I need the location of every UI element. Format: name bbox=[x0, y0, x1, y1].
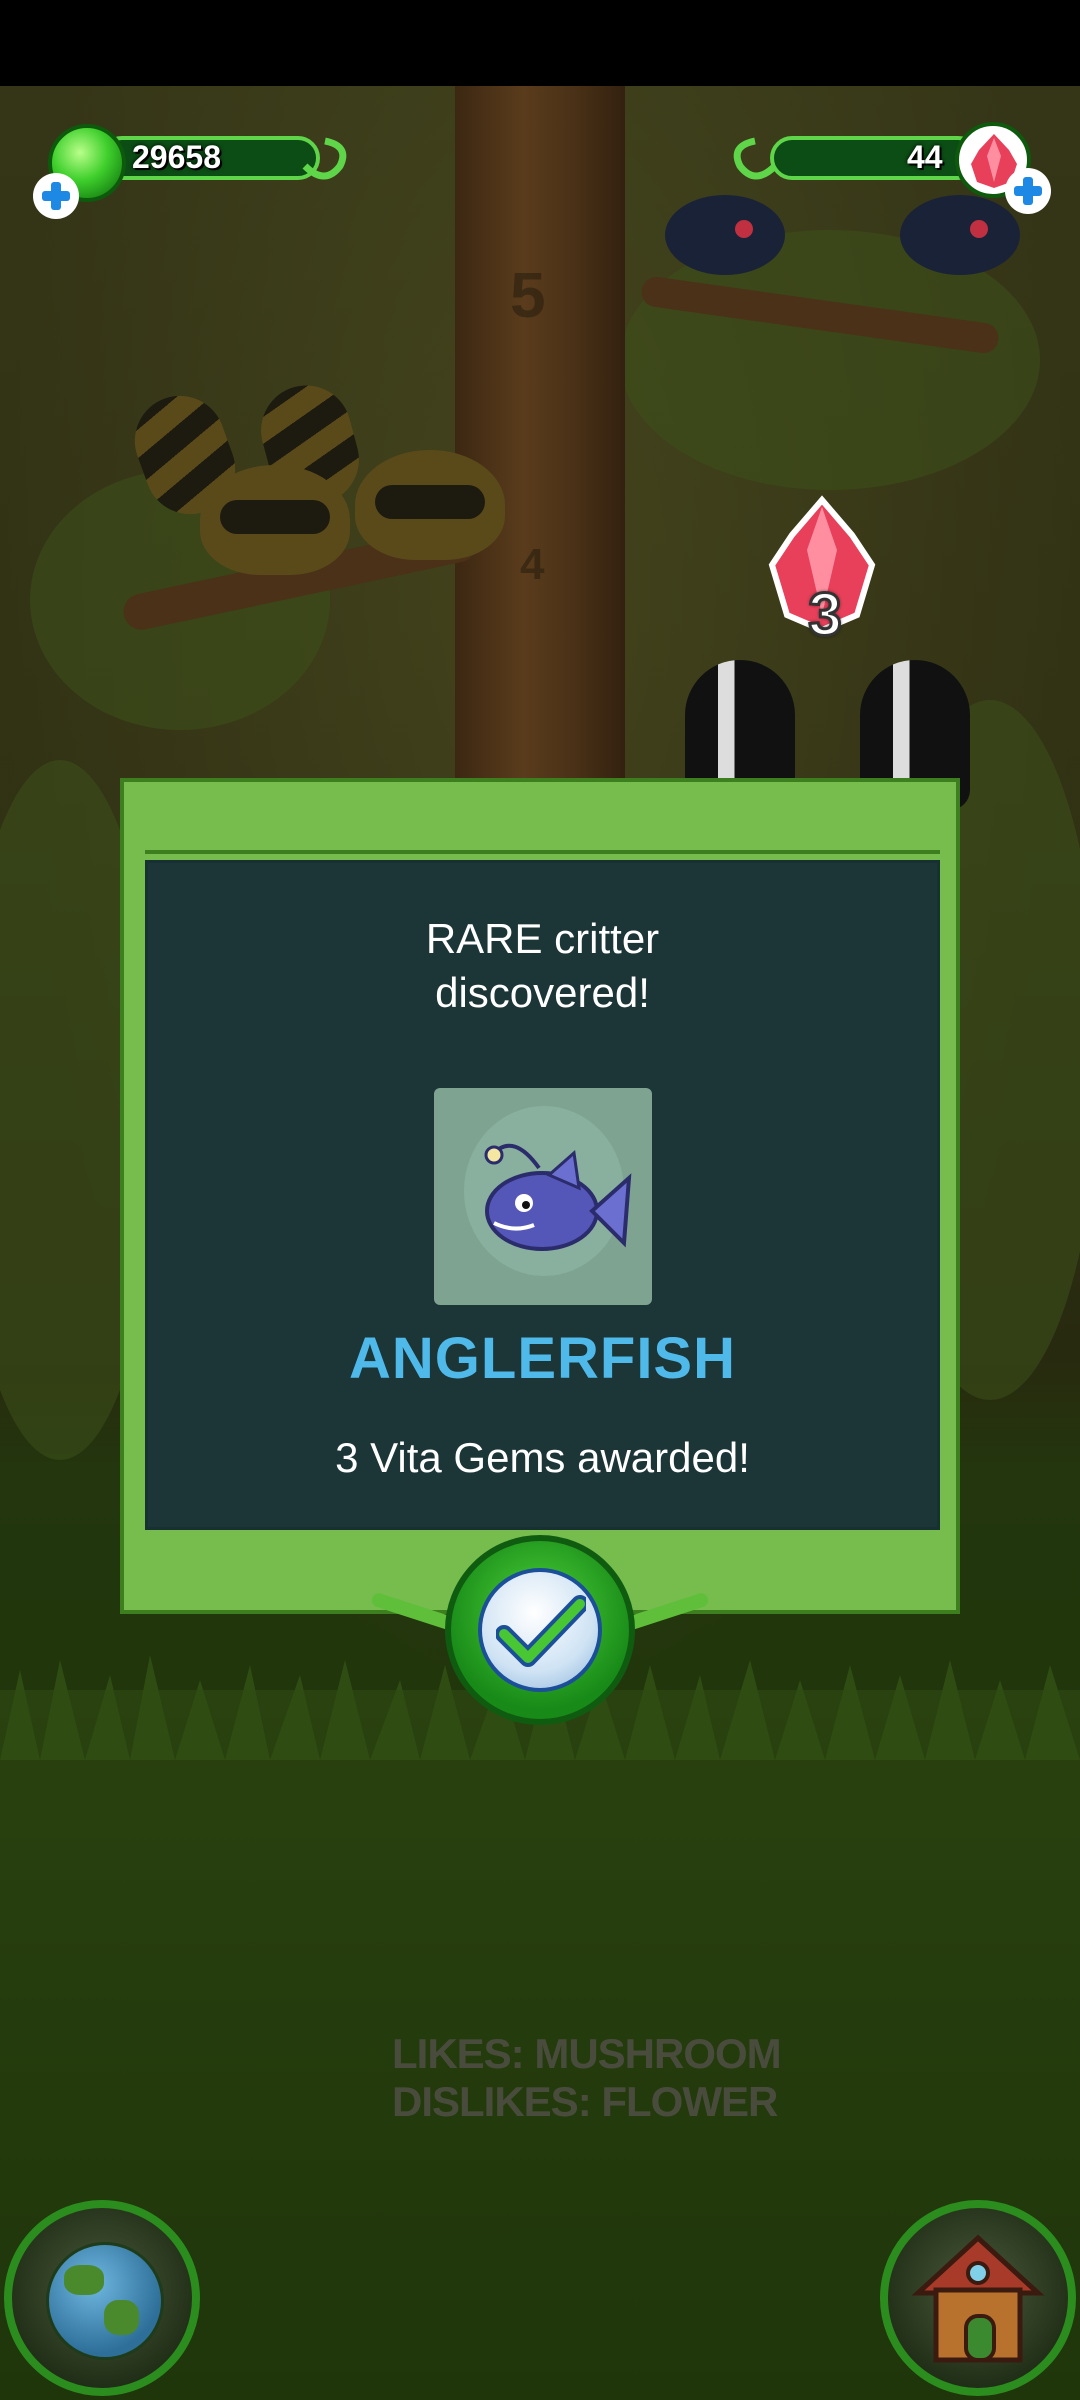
vine-curl-icon bbox=[302, 137, 347, 180]
trunk-level-number: 5 bbox=[510, 259, 546, 331]
spider-critter bbox=[665, 195, 785, 275]
floating-reward-count: 3 bbox=[807, 580, 843, 650]
raccoon-critter bbox=[355, 450, 505, 560]
raccoon-critter bbox=[200, 465, 350, 575]
anglerfish-icon bbox=[484, 1143, 632, 1251]
world-map-button[interactable] bbox=[4, 2200, 200, 2396]
critter-preferences: LIKES: MUSHROOM DISLIKES: FLOWER bbox=[392, 2030, 782, 2125]
spider-critter bbox=[900, 195, 1020, 275]
dialog-divider bbox=[145, 850, 940, 854]
vine-curl-icon bbox=[733, 137, 778, 180]
treehouse-button[interactable] bbox=[880, 2200, 1076, 2396]
status-bar bbox=[0, 0, 1080, 86]
trunk-level-number: 4 bbox=[520, 540, 545, 589]
critter-portrait bbox=[434, 1088, 652, 1305]
confirm-button[interactable] bbox=[445, 1535, 635, 1725]
crystal-count: 44 bbox=[907, 139, 943, 175]
vita-gem-count: 29658 bbox=[132, 139, 221, 175]
add-vita-gems-button[interactable] bbox=[33, 173, 79, 219]
treehouse-icon bbox=[911, 2234, 1045, 2363]
tree-trunk bbox=[455, 86, 625, 806]
dialog-title: RARE critter discovered! bbox=[425, 915, 660, 1016]
add-crystals-button[interactable] bbox=[1005, 168, 1051, 214]
crystal-counter bbox=[770, 136, 980, 180]
award-message: 3 Vita Gems awarded! bbox=[335, 1434, 750, 1481]
globe-icon bbox=[46, 2242, 164, 2360]
checkmark-icon bbox=[496, 1595, 586, 1667]
critter-name: ANGLERFISH bbox=[349, 1326, 736, 1391]
